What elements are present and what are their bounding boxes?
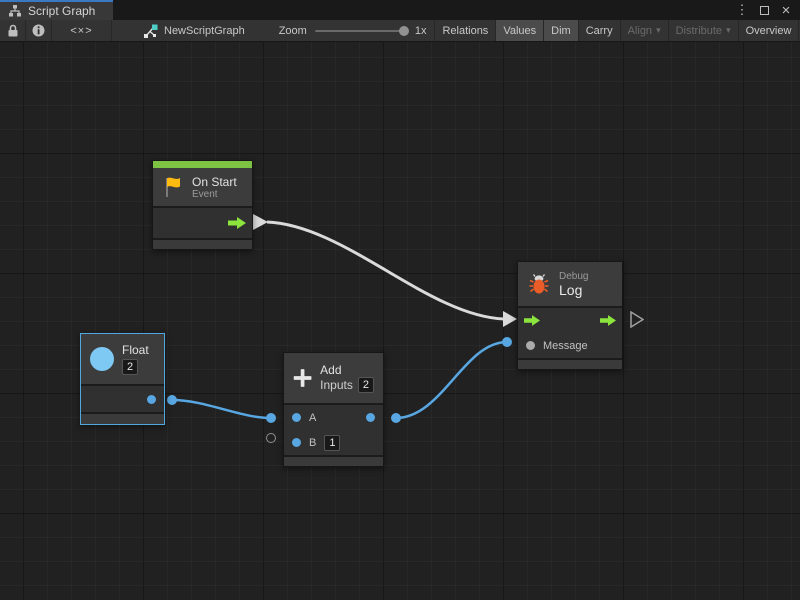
script-graph-asset-icon xyxy=(142,23,158,39)
float-circle-icon xyxy=(90,347,114,371)
node-footer xyxy=(81,414,164,424)
node-header: Float 2 xyxy=(81,334,164,384)
float-output-port[interactable] xyxy=(147,395,156,404)
zoom-slider-handle[interactable] xyxy=(399,26,409,36)
window-tab-bar: Script Graph ⋮ × xyxy=(0,0,800,20)
node-title: On Start xyxy=(192,175,237,189)
node-header: Debug Log xyxy=(518,262,622,306)
wire-layer xyxy=(0,42,800,600)
float-value-field[interactable]: 2 xyxy=(122,359,138,375)
lock-button[interactable] xyxy=(0,20,26,41)
node-title: Add xyxy=(320,363,374,377)
relations-toggle[interactable]: Relations xyxy=(435,20,496,41)
dim-toggle[interactable]: Dim xyxy=(544,20,579,41)
carry-toggle[interactable]: Carry xyxy=(579,20,621,41)
plus-icon xyxy=(293,365,312,391)
node-title: Log xyxy=(559,283,588,298)
wire-endpoint-dot xyxy=(167,395,177,405)
node-footer xyxy=(153,240,252,249)
inputs-count-field[interactable]: 2 xyxy=(358,377,374,393)
chevron-down-icon: ▾ xyxy=(656,25,661,36)
node-footer xyxy=(518,360,622,369)
close-button[interactable]: × xyxy=(778,2,794,18)
zoom-label: Zoom xyxy=(279,25,307,37)
exec-input-port[interactable] xyxy=(524,315,540,326)
exec-wire-end-arrow xyxy=(503,311,517,327)
graph-name-label: NewScriptGraph xyxy=(164,25,245,37)
node-kicker: Debug xyxy=(559,271,588,283)
code-icon: <×> xyxy=(70,25,92,37)
input-a-port[interactable] xyxy=(292,413,301,422)
zoom-control: Zoom 1x xyxy=(279,20,427,41)
distribute-label: Distribute xyxy=(676,25,722,37)
graph-canvas[interactable]: On Start Event Debug xyxy=(0,42,800,600)
zoom-value: 1x xyxy=(415,25,427,37)
window-controls: ⋮ × xyxy=(734,0,800,20)
wire-add-to-debuglog-message[interactable] xyxy=(396,342,507,418)
input-b-row: B 1 xyxy=(284,430,383,455)
port-label: B xyxy=(309,437,316,449)
wire-onstart-to-debuglog[interactable] xyxy=(267,222,504,319)
inspect-button[interactable] xyxy=(26,20,52,41)
exec-output-row xyxy=(153,208,252,238)
tab-script-graph[interactable]: Script Graph xyxy=(0,0,113,20)
close-icon: × xyxy=(782,2,791,19)
toolbar-toggle-group: Relations Values Dim Carry Align ▾ Distr… xyxy=(434,20,800,41)
wire-float-to-add-a[interactable] xyxy=(172,400,271,418)
event-header-bar xyxy=(153,161,252,168)
message-input-row: Message xyxy=(518,333,622,358)
align-label: Align xyxy=(628,25,652,37)
message-input-port[interactable] xyxy=(526,341,535,350)
graph-toolbar: <×> NewScriptGraph Zoom 1x Relations Val… xyxy=(0,20,800,42)
graph-asset-selector[interactable]: NewScriptGraph xyxy=(134,20,253,41)
wire-endpoint-dot xyxy=(391,413,401,423)
maximize-button[interactable] xyxy=(756,2,772,18)
exec-output-unconnected-triangle[interactable] xyxy=(630,311,644,328)
exec-wire-start-arrow xyxy=(253,214,268,230)
lock-icon xyxy=(7,24,19,38)
inputs-label: Inputs xyxy=(320,378,353,392)
overview-button[interactable]: Overview xyxy=(739,20,800,41)
port-label: Message xyxy=(543,340,588,352)
values-toggle[interactable]: Values xyxy=(496,20,544,41)
b-value-field[interactable]: 1 xyxy=(324,435,340,451)
node-header: Add Inputs 2 xyxy=(284,353,383,403)
sum-output-port[interactable] xyxy=(366,413,375,422)
info-icon xyxy=(32,24,45,37)
bug-icon xyxy=(527,272,551,296)
node-subtitle: Event xyxy=(192,189,237,200)
input-b-unconnected-circle[interactable] xyxy=(266,433,276,443)
window-menu-button[interactable]: ⋮ xyxy=(734,2,750,18)
node-float[interactable]: Float 2 xyxy=(80,333,165,425)
float-output-row xyxy=(81,386,164,412)
tab-title: Script Graph xyxy=(28,4,95,18)
wire-endpoint-dot xyxy=(266,413,276,423)
node-header: On Start Event xyxy=(153,168,252,206)
node-on-start[interactable]: On Start Event xyxy=(152,160,253,250)
exec-row xyxy=(518,308,622,333)
exec-output-port[interactable] xyxy=(228,217,246,229)
kebab-menu-icon: ⋮ xyxy=(736,2,749,18)
chevron-down-icon: ▾ xyxy=(726,25,731,36)
flag-icon xyxy=(162,175,184,199)
node-title: Float xyxy=(122,343,149,357)
align-dropdown[interactable]: Align ▾ xyxy=(621,20,669,41)
maximize-icon xyxy=(760,6,769,15)
node-debug-log[interactable]: Debug Log Message xyxy=(517,261,623,370)
zoom-slider[interactable] xyxy=(315,30,407,32)
input-a-row: A xyxy=(284,405,383,430)
port-label: A xyxy=(309,412,316,424)
exec-output-port[interactable] xyxy=(600,315,616,326)
node-footer xyxy=(284,457,383,466)
edit-source-button[interactable]: <×> xyxy=(52,20,112,41)
distribute-dropdown[interactable]: Distribute ▾ xyxy=(669,20,739,41)
script-graph-tab-icon xyxy=(8,4,22,18)
input-b-port[interactable] xyxy=(292,438,301,447)
wire-endpoint-dot xyxy=(502,337,512,347)
node-add[interactable]: Add Inputs 2 A B 1 xyxy=(283,352,384,467)
